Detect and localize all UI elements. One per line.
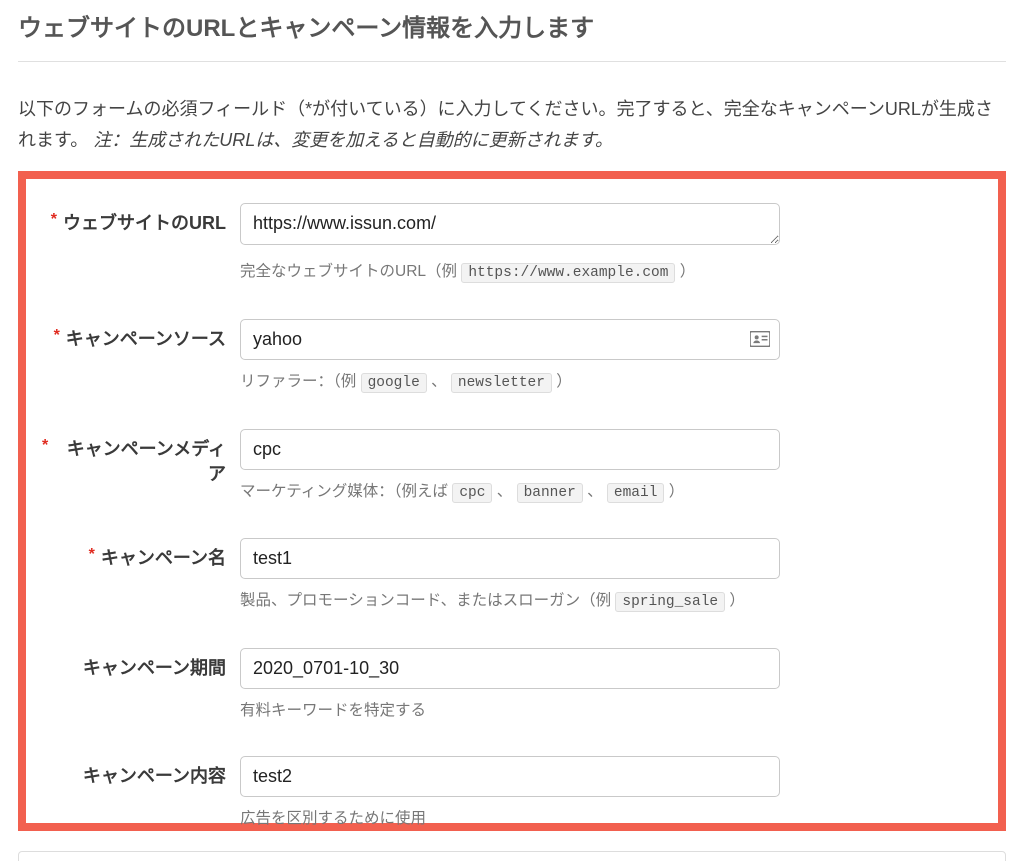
help-text: 有料キーワードを特定する [240,702,426,719]
help-code: email [607,483,665,503]
help-text: 、 [492,483,516,500]
label-campaign-medium: キャンペーンメディア [54,437,226,487]
help-text: マーケティング媒体：（例えば [240,483,452,500]
label-website-url: ウェブサイトのURL [63,211,226,236]
help-text: ） [675,263,695,280]
help-text: 製品、プロモーションコード、またはスローガン（例 [240,592,615,609]
required-mark: * [89,546,95,564]
help-url: 完全なウェブサイトのURL（例 https://www.example.com … [240,260,780,285]
help-code: newsletter [451,373,552,393]
label-col: * キャンペーン名 [42,538,240,571]
help-code: cpc [452,483,492,503]
help-code: https://www.example.com [461,263,675,283]
help-text: ） [664,483,684,500]
help-code: google [361,373,427,393]
label-campaign-content: キャンペーン内容 [83,764,226,789]
help-content: 広告を区別するために使用 [240,807,780,827]
help-text: 広告を区別するために使用 [240,810,426,827]
field-row-content: キャンペーン内容 広告を区別するために使用 [42,756,982,823]
label-campaign-term: キャンペーン期間 [83,656,226,681]
campaign-name-input[interactable] [240,538,780,579]
field-row-medium: * キャンペーンメディア マーケティング媒体：（例えば cpc 、 banner… [42,429,982,505]
campaign-medium-input[interactable] [240,429,780,470]
label-col: * キャンペーンソース [42,319,240,352]
label-campaign-source: キャンペーンソース [66,327,226,352]
label-col: キャンペーン内容 [42,756,240,789]
page-title: ウェブサイトのURLとキャンペーン情報を入力します [18,8,1006,62]
label-col: * ウェブサイトのURL [42,203,240,236]
help-code: banner [517,483,583,503]
required-mark: * [51,211,57,229]
field-row-name: * キャンペーン名 製品、プロモーションコード、またはスローガン（例 sprin… [42,538,982,614]
label-col: * キャンペーンメディア [42,429,240,487]
website-url-input[interactable]: https://www.issun.com/ [240,203,780,245]
help-term: 有料キーワードを特定する [240,699,780,722]
instruction-text: 以下のフォームの必須フィールド（*が付いている）に入力してください。完了すると、… [18,94,1006,155]
help-text: 、 [427,373,451,390]
next-section-box [18,851,1006,861]
campaign-term-input[interactable] [240,648,780,689]
help-text: リファラー：（例 [240,373,361,390]
help-name: 製品、プロモーションコード、またはスローガン（例 spring_sale ） [240,589,780,614]
campaign-form-box: * ウェブサイトのURL https://www.issun.com/ 完全なウ… [18,171,1006,831]
help-medium: マーケティング媒体：（例えば cpc 、 banner 、 email ） [240,480,780,505]
campaign-source-input[interactable] [240,319,780,360]
contact-card-icon [750,331,770,347]
help-text: 完全なウェブサイトのURL（例 [240,263,461,280]
help-text: 、 [583,483,607,500]
field-row-source: * キャンペーンソース リファラー：（例 google 、 newsletter… [42,319,982,395]
help-text: ） [725,592,745,609]
label-col: キャンペーン期間 [42,648,240,681]
field-row-url: * ウェブサイトのURL https://www.issun.com/ 完全なウ… [42,203,982,285]
help-text: ） [552,373,572,390]
campaign-content-input[interactable] [240,756,780,797]
required-mark: * [42,437,48,455]
label-campaign-name: キャンペーン名 [101,546,226,571]
help-source: リファラー：（例 google 、 newsletter ） [240,370,780,395]
field-row-term: キャンペーン期間 有料キーワードを特定する [42,648,982,722]
instruction-note: 注：生成されたURLは、変更を加えると自動的に更新されます。 [93,130,613,150]
required-mark: * [54,327,60,345]
help-code: spring_sale [615,592,725,612]
